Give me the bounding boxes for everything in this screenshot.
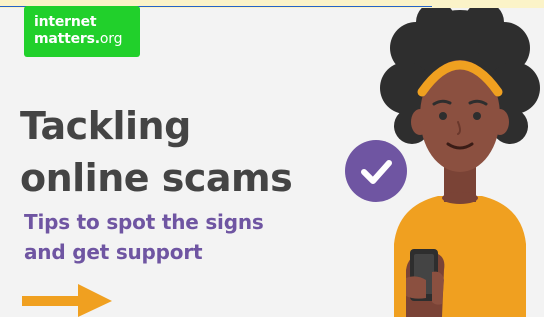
logo-matters: matters — [34, 31, 95, 47]
subheadline-line-1: Tips to spot the signs — [24, 210, 264, 234]
woman-with-phone-illustration — [380, 8, 540, 317]
headline-line-1: Tackling — [20, 104, 191, 148]
logo-org: org — [99, 31, 123, 47]
internet-matters-logo[interactable]: internet matters.org — [24, 6, 140, 57]
logo-line-2: matters.org — [34, 31, 122, 47]
headline-line-2: online scams — [20, 156, 293, 200]
logo-line-1: internet — [34, 14, 97, 30]
subheadline-line-2: and get support — [24, 240, 203, 264]
right-arrow-icon — [22, 284, 112, 317]
